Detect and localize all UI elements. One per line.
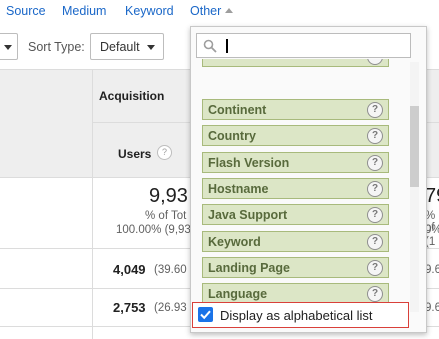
help-icon[interactable]: ? xyxy=(157,145,172,160)
help-icon[interactable]: ? xyxy=(367,234,383,250)
list-item-label: Hostname xyxy=(208,182,269,196)
right-total-value: 79 xyxy=(425,185,439,207)
chevron-down-icon xyxy=(4,45,12,50)
text-cursor xyxy=(226,39,228,53)
caret-up-icon xyxy=(225,8,234,14)
other-label: Other xyxy=(190,4,222,18)
scrollbar-thumb[interactable] xyxy=(410,106,419,187)
list-item[interactable]: Country? xyxy=(202,125,389,146)
secondary-dimension-select[interactable] xyxy=(0,33,18,60)
help-icon[interactable]: ? xyxy=(367,181,383,197)
keyword-link[interactable]: Keyword xyxy=(125,4,174,18)
alphabetical-list-label: Display as alphabetical list xyxy=(220,308,373,323)
sort-type-select[interactable]: Default xyxy=(90,33,164,60)
checkmark-icon xyxy=(200,310,211,320)
alphabetical-list-option[interactable]: Display as alphabetical list xyxy=(192,302,409,328)
help-icon[interactable]: ? xyxy=(367,128,383,144)
other-dimension-link[interactable]: Other xyxy=(190,4,234,18)
list-item-label: Continent xyxy=(208,103,267,117)
users-total-pct-label: % of Tot xyxy=(145,210,187,222)
dimension-list: ? Continent? Country? Flash Version? Hos… xyxy=(202,59,390,318)
dimension-dropdown-panel: ? Continent? Country? Flash Version? Hos… xyxy=(190,26,427,333)
divider xyxy=(92,69,93,339)
list-item-label: Language xyxy=(208,287,268,301)
row-users-pct: (39.60 xyxy=(154,264,187,276)
list-item[interactable]: Flash Version? xyxy=(202,152,389,173)
dimension-search-field[interactable] xyxy=(196,33,411,58)
source-link[interactable]: Source xyxy=(6,4,46,18)
row-users-value: 4,049 xyxy=(113,262,146,277)
sort-type-value: Default xyxy=(100,40,140,54)
search-icon xyxy=(203,39,217,53)
acquisition-group-header: Acquisition xyxy=(99,89,165,103)
help-icon[interactable]: ? xyxy=(367,286,383,302)
list-item-label: Flash Version xyxy=(208,156,290,170)
list-item[interactable]: Language? xyxy=(202,283,389,304)
users-column-header[interactable]: Users xyxy=(118,147,151,161)
list-item[interactable]: Landing Page? xyxy=(202,257,389,278)
help-icon[interactable]: ? xyxy=(367,260,383,276)
dimension-list-scrollbar[interactable] xyxy=(410,62,419,312)
medium-link[interactable]: Medium xyxy=(62,4,106,18)
right-total-pct-value: 0% (1 xyxy=(425,224,439,248)
row-right-value: 9.6 xyxy=(425,302,439,314)
alphabetical-list-checkbox[interactable] xyxy=(198,307,213,322)
list-item-label: Landing Page xyxy=(208,261,290,275)
list-item-label: Java Support xyxy=(208,208,288,222)
list-item-label: Country xyxy=(208,129,256,143)
row-right-value: 9.6 xyxy=(425,264,439,276)
row-users-pct: (26.93 xyxy=(154,302,187,314)
list-item[interactable]: ? xyxy=(202,59,389,67)
chevron-down-icon xyxy=(147,45,155,50)
users-total-value: 9,93 xyxy=(149,185,188,207)
users-total-pct-value: 100.00% (9,93 xyxy=(116,224,191,236)
list-item[interactable]: Keyword? xyxy=(202,231,389,252)
help-icon[interactable]: ? xyxy=(367,59,383,65)
list-item[interactable]: Continent? xyxy=(202,99,389,120)
help-icon[interactable]: ? xyxy=(367,155,383,171)
list-item[interactable]: Java Support? xyxy=(202,204,389,225)
list-item-label: Keyword xyxy=(208,235,261,249)
list-item[interactable]: Hostname? xyxy=(202,178,389,199)
row-users-value: 2,753 xyxy=(113,300,146,315)
help-icon[interactable]: ? xyxy=(367,102,383,118)
help-icon[interactable]: ? xyxy=(367,207,383,223)
sort-type-label: Sort Type: xyxy=(28,40,85,54)
